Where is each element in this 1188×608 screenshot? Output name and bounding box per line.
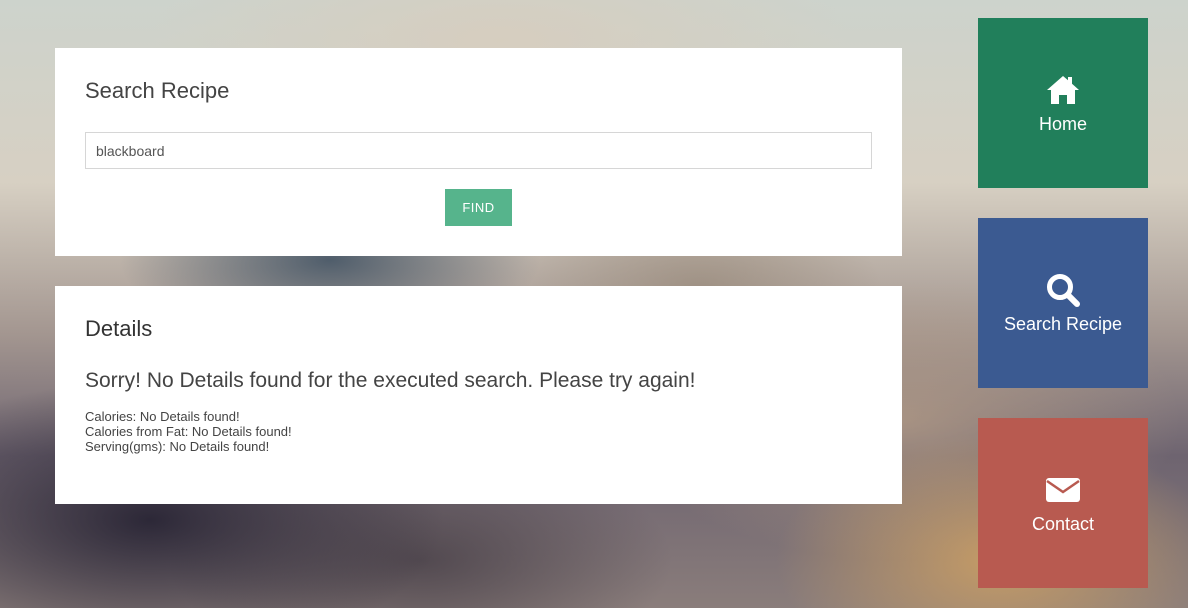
- nav-tile-search-recipe-label: Search Recipe: [1003, 313, 1123, 334]
- search-input[interactable]: [85, 132, 872, 169]
- search-panel-title: Search Recipe: [85, 78, 230, 103]
- no-results-message: Sorry! No Details found for the executed…: [85, 369, 696, 392]
- find-button[interactable]: FIND: [445, 189, 512, 226]
- nav-tile-search-recipe[interactable]: Search Recipe: [978, 218, 1148, 388]
- details-panel: Details Sorry! No Details found for the …: [55, 286, 902, 504]
- details-list: Calories: No Details found! Calories fro…: [85, 409, 292, 454]
- details-panel-title: Details: [85, 316, 153, 341]
- search-panel: Search Recipe FIND: [55, 48, 902, 256]
- envelope-icon: [1046, 477, 1080, 502]
- nav-tile-contact[interactable]: Contact: [978, 418, 1148, 588]
- nav-tile-home[interactable]: Home: [978, 18, 1148, 188]
- nav-tile-contact-label: Contact: [1031, 513, 1095, 534]
- calories-line: Calories: No Details found!: [85, 409, 240, 424]
- search-icon: [1047, 273, 1080, 307]
- serving-line: Serving(gms): No Details found!: [85, 439, 270, 454]
- home-icon: [1047, 75, 1079, 104]
- nav-tile-home-label: Home: [1038, 113, 1087, 134]
- calories-from-fat-line: Calories from Fat: No Details found!: [85, 424, 292, 439]
